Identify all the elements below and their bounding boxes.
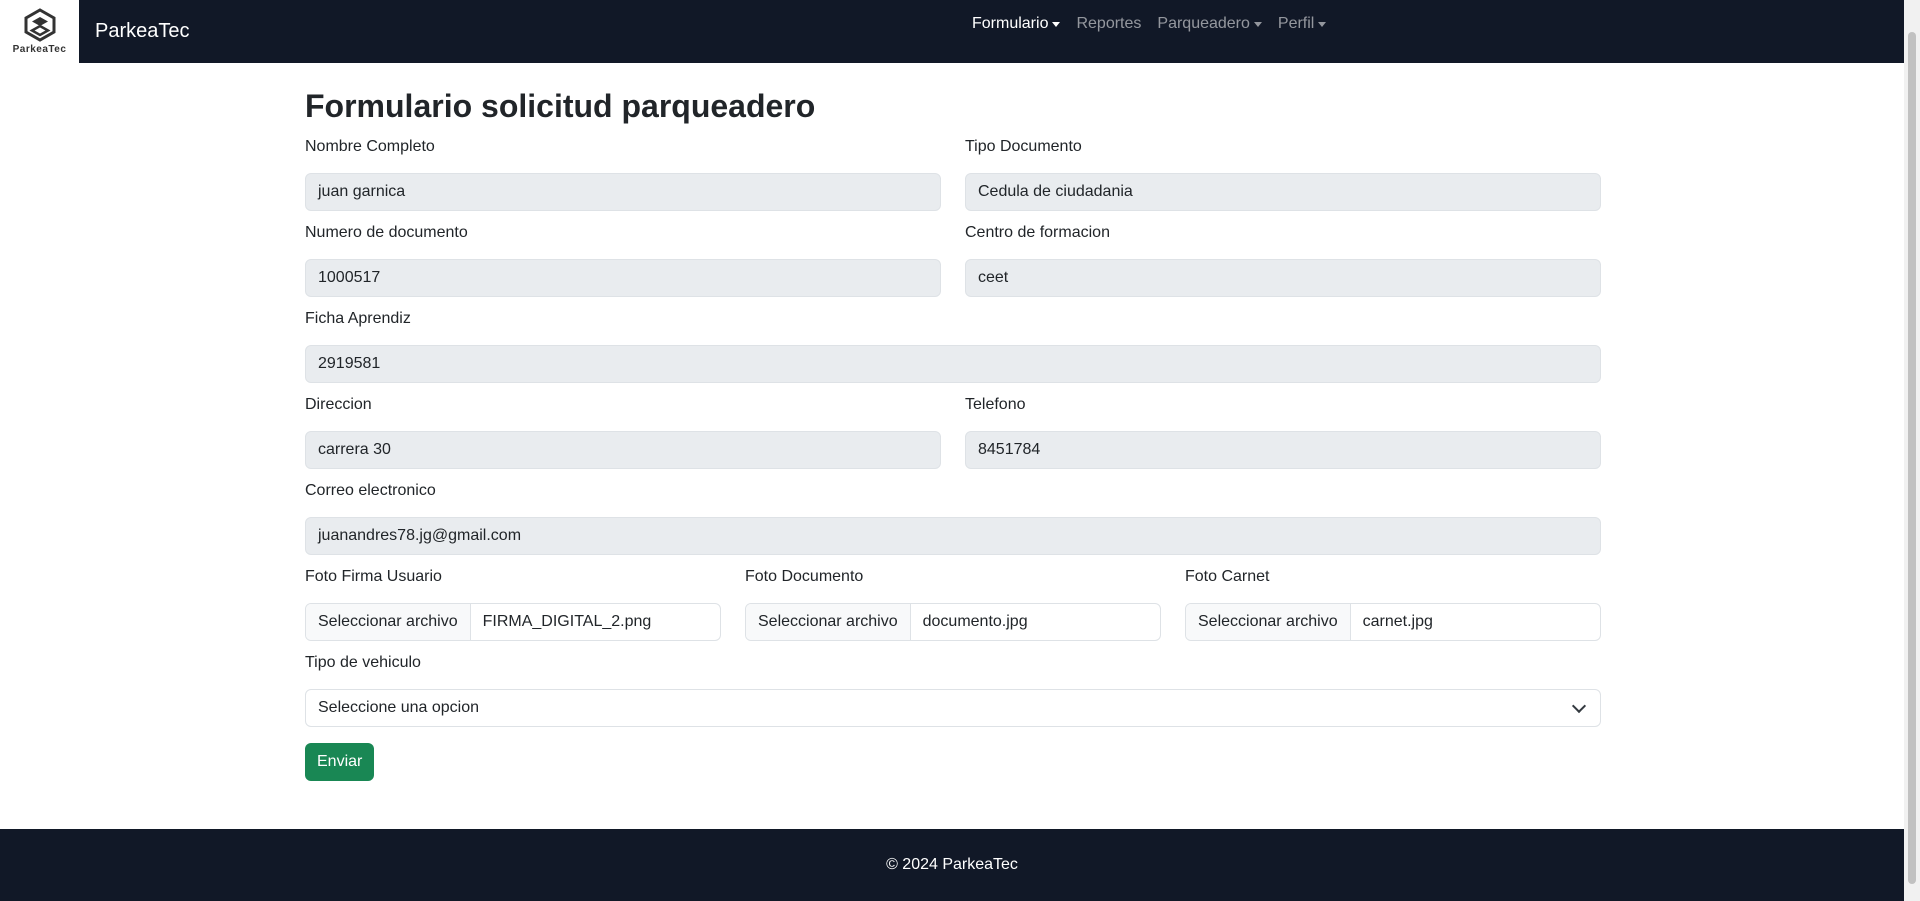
navbar-brand[interactable]: ParkeaTec bbox=[95, 20, 190, 43]
foto-firma-group: Foto Firma Usuario Seleccionar archivo F… bbox=[305, 565, 721, 642]
foto-documento-label: Foto Documento bbox=[745, 568, 864, 586]
form-row: Direccion carrera 30 Telefono 8451784 bbox=[305, 393, 1601, 470]
nav-parqueadero-label: Parqueadero bbox=[1157, 15, 1250, 32]
foto-carnet-group: Foto Carnet Seleccionar archivo carnet.j… bbox=[1185, 565, 1601, 642]
form-row: Numero de documento 1000517 Centro de fo… bbox=[305, 221, 1601, 298]
direccion-input[interactable]: carrera 30 bbox=[305, 431, 941, 470]
centro-group: Centro de formacion ceet bbox=[965, 221, 1601, 298]
tipo-vehiculo-selected: Seleccione una opcion bbox=[318, 699, 480, 717]
numero-documento-input[interactable]: 1000517 bbox=[305, 259, 941, 298]
nav-parqueadero[interactable]: Parqueadero bbox=[1149, 15, 1270, 33]
correo-input[interactable]: juanandres78.jg@gmail.com bbox=[305, 517, 1601, 556]
foto-documento-file-input[interactable]: Seleccionar archivo documento.jpg bbox=[745, 603, 1161, 642]
correo-label: Correo electronico bbox=[305, 482, 436, 500]
logo[interactable]: ParkeaTec bbox=[0, 0, 79, 63]
foto-firma-filename: FIRMA_DIGITAL_2.png bbox=[482, 613, 652, 631]
nombre-input[interactable]: juan garnica bbox=[305, 173, 941, 212]
nav-perfil[interactable]: Perfil bbox=[1270, 15, 1334, 33]
foto-firma-file-input[interactable]: Seleccionar archivo FIRMA_DIGITAL_2.png bbox=[305, 603, 721, 642]
correo-group: Correo electronico juanandres78.jg@gmail… bbox=[305, 479, 1601, 556]
footer-text: © 2024 ParkeaTec bbox=[886, 856, 1018, 873]
scrollbar-thumb[interactable] bbox=[1908, 32, 1916, 884]
direccion-label: Direccion bbox=[305, 396, 372, 414]
tipo-vehiculo-label: Tipo de vehiculo bbox=[305, 654, 421, 672]
page-title: Formulario solicitud parqueadero bbox=[305, 88, 816, 124]
enviar-button[interactable]: Enviar bbox=[305, 743, 375, 782]
form-row: Tipo de vehiculo Seleccione una opcion bbox=[305, 651, 1601, 728]
foto-carnet-select-button[interactable]: Seleccionar archivo bbox=[1186, 604, 1351, 641]
tipo-vehiculo-select[interactable]: Seleccione una opcion bbox=[305, 689, 1601, 728]
centro-label: Centro de formacion bbox=[965, 224, 1110, 242]
form-row: Ficha Aprendiz 2919581 bbox=[305, 307, 1601, 384]
nav-perfil-label: Perfil bbox=[1277, 15, 1315, 32]
foto-documento-group: Foto Documento Seleccionar archivo docum… bbox=[745, 565, 1161, 642]
tipo-vehiculo-group: Tipo de vehiculo Seleccione una opcion bbox=[305, 651, 1601, 728]
ficha-label: Ficha Aprendiz bbox=[305, 310, 411, 328]
ficha-group: Ficha Aprendiz 2919581 bbox=[305, 307, 1601, 384]
nav-links: Formulario Reportes Parqueadero Perfil bbox=[964, 0, 1334, 48]
telefono-label: Telefono bbox=[965, 396, 1026, 414]
form-row: Nombre Completo juan garnica Tipo Docume… bbox=[305, 135, 1601, 212]
form-row: Correo electronico juanandres78.jg@gmail… bbox=[305, 479, 1601, 556]
foto-documento-select-button[interactable]: Seleccionar archivo bbox=[746, 604, 911, 641]
foto-firma-select-button[interactable]: Seleccionar archivo bbox=[306, 604, 471, 641]
form-row: Foto Firma Usuario Seleccionar archivo F… bbox=[305, 565, 1601, 642]
telefono-input[interactable]: 8451784 bbox=[965, 431, 1601, 470]
chevron-down-icon bbox=[1571, 698, 1587, 713]
nav-formulario-label: Formulario bbox=[972, 15, 1049, 32]
ficha-input[interactable]: 2919581 bbox=[305, 345, 1601, 384]
nav-reportes-label: Reportes bbox=[1076, 15, 1142, 32]
foto-documento-filename: documento.jpg bbox=[922, 613, 1028, 631]
caret-down-icon bbox=[1052, 21, 1061, 27]
tipo-documento-input[interactable]: Cedula de ciudadania bbox=[965, 173, 1601, 212]
logo-icon bbox=[24, 8, 55, 42]
direccion-group: Direccion carrera 30 bbox=[305, 393, 941, 470]
tipo-documento-label: Tipo Documento bbox=[965, 138, 1082, 156]
numero-documento-label: Numero de documento bbox=[305, 224, 468, 242]
foto-firma-label: Foto Firma Usuario bbox=[305, 568, 442, 586]
foto-carnet-filename: carnet.jpg bbox=[1362, 613, 1433, 631]
footer: © 2024 ParkeaTec bbox=[0, 829, 1904, 901]
foto-carnet-file-input[interactable]: Seleccionar archivo carnet.jpg bbox=[1185, 603, 1601, 642]
caret-down-icon bbox=[1253, 21, 1262, 27]
nombre-label: Nombre Completo bbox=[305, 138, 435, 156]
foto-carnet-label: Foto Carnet bbox=[1185, 568, 1270, 586]
nav-formulario[interactable]: Formulario bbox=[964, 15, 1068, 33]
telefono-group: Telefono 8451784 bbox=[965, 393, 1601, 470]
tipo-documento-group: Tipo Documento Cedula de ciudadania bbox=[965, 135, 1601, 212]
centro-input[interactable]: ceet bbox=[965, 259, 1601, 298]
nombre-group: Nombre Completo juan garnica bbox=[305, 135, 941, 212]
top-navbar: ParkeaTec ParkeaTec Formulario Reportes … bbox=[0, 0, 1904, 63]
scrollbar[interactable] bbox=[1904, 0, 1920, 901]
caret-down-icon bbox=[1318, 21, 1327, 27]
nav-reportes[interactable]: Reportes bbox=[1068, 15, 1149, 33]
numero-documento-group: Numero de documento 1000517 bbox=[305, 221, 941, 298]
main-content: Formulario solicitud parqueadero Nombre … bbox=[305, 63, 1601, 782]
logo-text: ParkeaTec bbox=[12, 44, 67, 55]
